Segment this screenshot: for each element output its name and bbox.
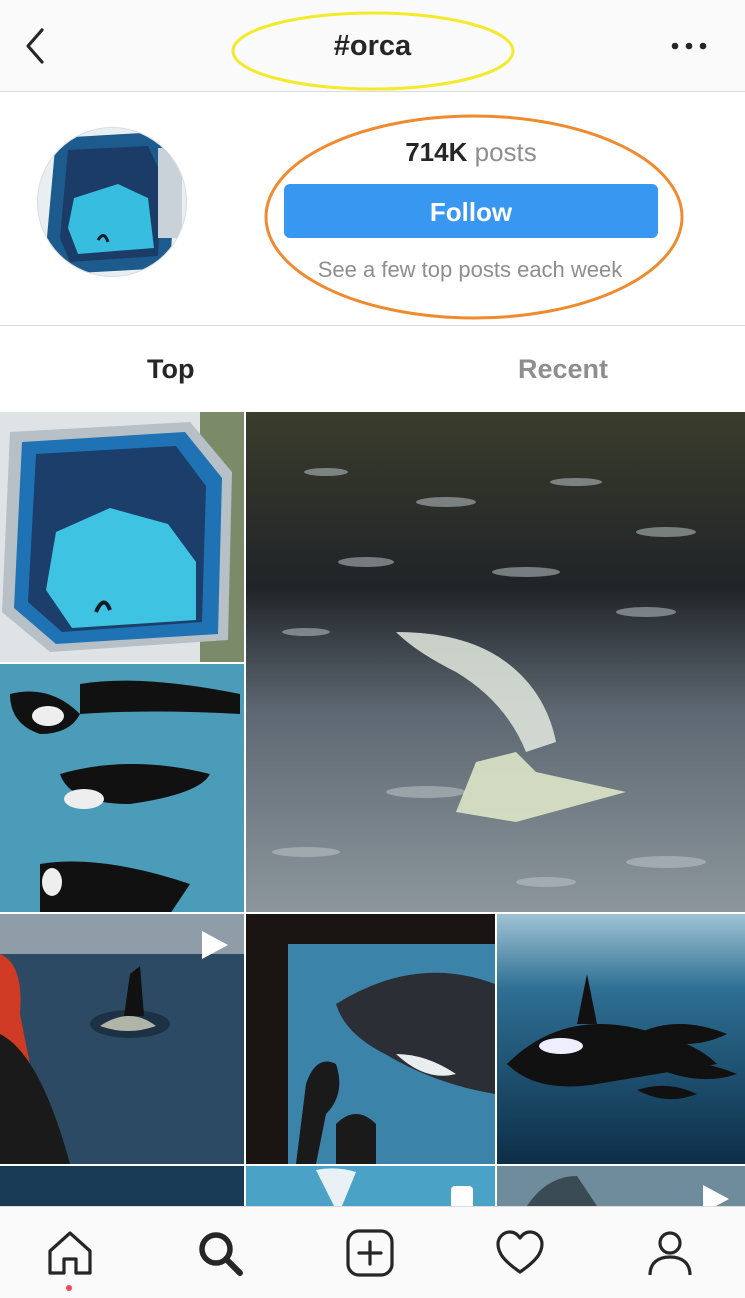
heart-icon[interactable] [494, 1227, 546, 1279]
post-partial-3[interactable] [497, 1166, 745, 1206]
home-icon[interactable] [44, 1227, 96, 1279]
top-bar: #orca [0, 0, 745, 92]
tab-top[interactable]: Top [147, 354, 194, 385]
video-play-icon [703, 1185, 729, 1206]
post-orcas-in-tank[interactable] [0, 664, 244, 912]
ellipsis-icon[interactable] [669, 36, 709, 56]
orange-highlight-annotation [264, 114, 684, 320]
post-water-reflection[interactable] [246, 412, 745, 912]
yellow-highlight-annotation [231, 11, 515, 91]
tab-recent[interactable]: Recent [518, 354, 608, 385]
post-orca-surfacing[interactable] [0, 914, 244, 1164]
search-icon[interactable] [194, 1227, 246, 1279]
add-post-icon[interactable] [344, 1227, 396, 1279]
post-aerial-pool[interactable] [0, 412, 244, 662]
notification-dot [66, 1285, 72, 1291]
post-partial-1[interactable] [0, 1166, 244, 1206]
hashtag-avatar [37, 127, 187, 277]
post-orca-aquarium-window[interactable] [246, 914, 495, 1164]
video-icon [451, 1186, 473, 1206]
hashtag-profile: 714K posts Follow See a few top posts ea… [0, 92, 745, 326]
post-grid [0, 412, 745, 1206]
post-orca-pod-underwater[interactable] [497, 914, 745, 1164]
video-play-icon [202, 931, 228, 959]
profile-icon[interactable] [644, 1227, 696, 1279]
tab-bar: Top Recent [0, 326, 745, 412]
bottom-nav [0, 1206, 745, 1298]
post-partial-2[interactable] [246, 1166, 495, 1206]
